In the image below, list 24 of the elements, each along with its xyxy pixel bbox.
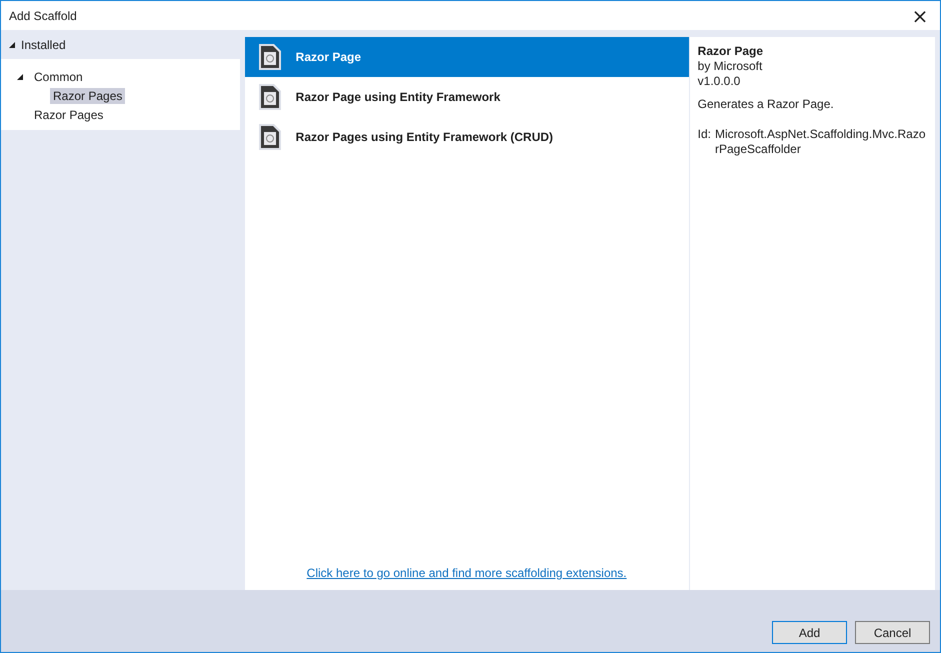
details-version: v1.0.0.0 [698,74,742,89]
razor-page-icon [258,43,282,71]
tree-item[interactable]: Common [31,68,86,84]
dialog-button[interactable]: Add [772,621,847,644]
template-name: Razor Pages using Entity Framework (CRUD) [296,130,554,144]
window-title: Add Scaffold [9,8,77,22]
details-description: Generates a Razor Page. [698,97,835,112]
close-button[interactable]: × [900,1,940,30]
tree-item[interactable]: Razor Pages [31,106,106,122]
online-link[interactable]: Click here to go online and find more scaffolding extensions. [306,566,627,580]
expand-arrow-icon[interactable] [17,74,23,80]
tree-item[interactable]: Razor Pages [50,88,126,104]
template-name: Razor Page [296,50,362,64]
details-author: by Microsoft [698,59,764,74]
details-title: Razor Page [698,44,764,59]
expand-arrow-icon[interactable] [9,42,15,48]
section-header[interactable]: Installed [21,38,66,52]
id-value: Microsoft.AspNet.Scaffolding.Mvc.RazorPageScaffolder [715,127,927,157]
template-item[interactable]: Razor Page [244,37,689,77]
template-name: Razor Page using Entity Framework [296,90,500,104]
id-label: Id: [698,127,711,143]
razor-page-icon [258,123,282,151]
dialog-button[interactable]: Cancel [855,621,930,644]
razor-page-icon [258,83,282,111]
